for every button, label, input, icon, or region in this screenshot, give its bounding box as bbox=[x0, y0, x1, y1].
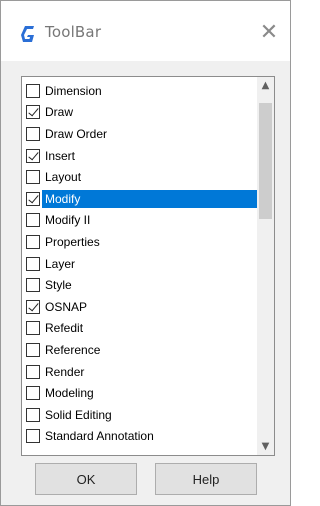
list-item-label: Style bbox=[45, 278, 72, 293]
list-item-label: Reference bbox=[45, 342, 101, 357]
vertical-scrollbar[interactable]: ▲ ▼ bbox=[257, 77, 274, 455]
checkbox-checked[interactable] bbox=[26, 105, 40, 120]
list-item[interactable]: Reference bbox=[22, 339, 258, 361]
list-item[interactable]: Refedit bbox=[22, 318, 258, 340]
title-bar[interactable]: ToolBar ✕ bbox=[1, 1, 290, 61]
checkbox-unchecked[interactable] bbox=[26, 213, 40, 228]
checkbox-unchecked[interactable] bbox=[26, 429, 40, 444]
list-item-label: Insert bbox=[45, 148, 76, 163]
checkbox-checked[interactable] bbox=[26, 191, 40, 206]
toolbar-dialog: ToolBar ✕ Dimension Draw Draw Order Insert L… bbox=[0, 0, 291, 506]
list-item[interactable]: Modeling bbox=[22, 382, 258, 404]
list-item-label: Modeling bbox=[45, 386, 94, 401]
list-item[interactable]: Style bbox=[22, 274, 258, 296]
checkbox-checked[interactable] bbox=[26, 299, 40, 314]
list-item-label: Layer bbox=[45, 256, 76, 271]
list-item-label: Layout bbox=[45, 170, 82, 185]
checkbox-unchecked[interactable] bbox=[26, 386, 40, 401]
list-item[interactable]: OSNAP bbox=[22, 296, 258, 318]
list-item[interactable]: Draw Order bbox=[22, 123, 258, 145]
scroll-up-arrow-icon[interactable]: ▲ bbox=[257, 77, 274, 94]
list-item[interactable]: Insert bbox=[22, 145, 258, 167]
list-item[interactable]: Render bbox=[22, 361, 258, 383]
list-item[interactable]: Draw bbox=[22, 102, 258, 124]
checkbox-checked[interactable] bbox=[26, 148, 40, 163]
checkbox-unchecked[interactable] bbox=[26, 321, 40, 336]
close-button[interactable]: ✕ bbox=[252, 15, 286, 49]
list-item-label: Refedit bbox=[45, 321, 84, 336]
window-title: ToolBar bbox=[45, 23, 102, 41]
list-item[interactable]: Modify bbox=[22, 188, 258, 210]
checkbox-unchecked[interactable] bbox=[26, 126, 40, 141]
list-item-label: Properties bbox=[45, 234, 100, 249]
checklist-items: Dimension Draw Draw Order Insert Layout Modif… bbox=[22, 80, 258, 447]
list-item[interactable]: Layer bbox=[22, 253, 258, 275]
autocad-g-icon bbox=[21, 26, 34, 42]
list-item-label: Solid Editing bbox=[45, 407, 112, 422]
list-item[interactable]: Solid Editing bbox=[22, 404, 258, 426]
checkbox-unchecked[interactable] bbox=[26, 407, 40, 422]
list-item-label: Modify II bbox=[45, 213, 91, 228]
toolbar-checklist[interactable]: Dimension Draw Draw Order Insert Layout Modif… bbox=[21, 76, 275, 456]
list-item-label: Render bbox=[45, 364, 85, 379]
list-item-label: Modify bbox=[42, 189, 258, 208]
list-item[interactable]: Properties bbox=[22, 231, 258, 253]
checkbox-unchecked[interactable] bbox=[26, 364, 40, 379]
list-item[interactable]: Modify II bbox=[22, 210, 258, 232]
list-item[interactable]: Dimension bbox=[22, 80, 258, 102]
checkbox-unchecked[interactable] bbox=[26, 342, 40, 357]
ok-button[interactable]: OK bbox=[35, 463, 137, 495]
close-icon: ✕ bbox=[259, 19, 279, 45]
list-item-label: Draw Order bbox=[45, 126, 108, 141]
help-button[interactable]: Help bbox=[155, 463, 257, 495]
list-item[interactable]: Standard Annotation bbox=[22, 426, 258, 448]
checkbox-unchecked[interactable] bbox=[26, 170, 40, 185]
scroll-thumb[interactable] bbox=[259, 103, 272, 219]
scroll-down-arrow-icon[interactable]: ▼ bbox=[257, 438, 274, 455]
checkbox-unchecked[interactable] bbox=[26, 256, 40, 271]
list-item[interactable]: Layout bbox=[22, 166, 258, 188]
list-item-label: Draw bbox=[45, 105, 74, 120]
checkbox-unchecked[interactable] bbox=[26, 83, 40, 98]
list-item-label: Dimension bbox=[45, 83, 102, 98]
checkbox-unchecked[interactable] bbox=[26, 278, 40, 293]
checkbox-unchecked[interactable] bbox=[26, 234, 40, 249]
list-item-label: Standard Annotation bbox=[45, 429, 154, 444]
list-item-label: OSNAP bbox=[45, 299, 88, 314]
